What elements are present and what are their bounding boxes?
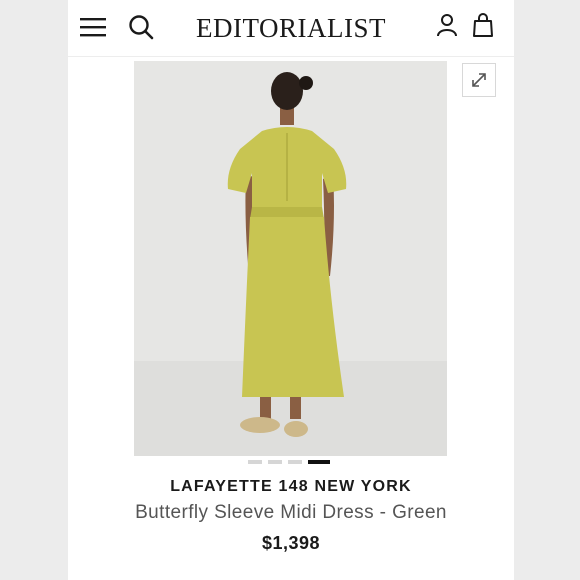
shopping-bag-icon[interactable]	[472, 12, 494, 38]
product-image[interactable]	[134, 61, 447, 456]
gallery-dot-3[interactable]	[288, 460, 302, 464]
expand-image-button[interactable]	[462, 63, 496, 97]
product-price: $1,398	[261, 533, 321, 553]
product-name: Butterfly Sleeve Midi Dress - Green	[135, 502, 447, 523]
site-logo[interactable]: EDITORIALIST	[196, 8, 386, 48]
hamburger-menu-icon[interactable]	[80, 16, 106, 38]
gallery-pagination	[248, 460, 334, 466]
gallery-dot-1[interactable]	[248, 460, 262, 464]
gallery-dot-4-active[interactable]	[308, 460, 330, 464]
product-page: EDITORIALIST LAFAYETTE 148 NEW YORK Butt…	[68, 0, 514, 580]
product-brand[interactable]: LAFAYETTE 148 NEW YORK	[68, 478, 514, 496]
product-photo	[134, 72, 447, 456]
gallery-dot-2[interactable]	[268, 460, 282, 464]
account-icon[interactable]	[436, 13, 458, 37]
site-header: EDITORIALIST	[68, 0, 514, 57]
expand-icon	[472, 73, 486, 87]
search-icon[interactable]	[128, 14, 154, 40]
